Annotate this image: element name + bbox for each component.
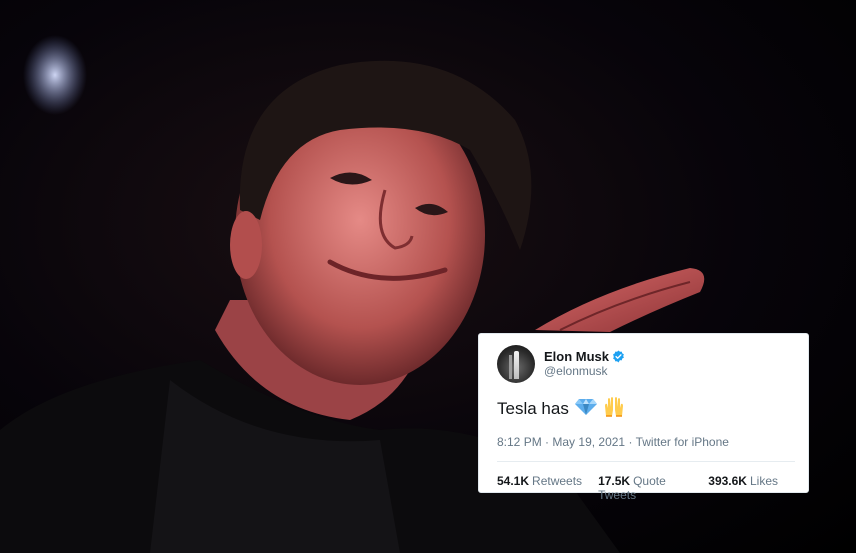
meta-separator: · [628,435,636,449]
likes-count: 393.6K [708,474,747,488]
handle[interactable]: @elonmusk [544,364,625,379]
author-identity: Elon Musk @elonmusk [544,349,625,379]
retweets-stat[interactable]: 54.1K Retweets [497,474,582,502]
tweet-text: Tesla has [497,396,794,423]
avatar[interactable] [497,345,535,383]
tweet-date[interactable]: May 19, 2021 [552,435,625,449]
display-name[interactable]: Elon Musk [544,349,609,364]
likes-label: Likes [749,474,778,488]
verified-badge-icon [612,350,625,363]
quote-tweets-count: 17.5K [598,474,631,488]
retweets-label: Retweets [532,474,583,488]
tweet-stats: 54.1K Retweets 17.5K Quote Tweets 393.6K Li… [497,462,794,502]
tweet-card[interactable]: Elon Musk @elonmusk Tesla has 8:12 PM · … [478,333,809,502]
raising-hands-icon [603,396,625,423]
tweet-source[interactable]: Twitter for iPhone [636,435,729,449]
quote-tweets-stat[interactable]: 17.5K Quote Tweets [598,474,692,502]
tweet-time[interactable]: 8:12 PM [497,435,542,449]
gem-stone-icon [574,398,597,421]
tweet-header: Elon Musk @elonmusk [497,344,794,384]
tweet-meta: 8:12 PM · May 19, 2021 · Twitter for iPh… [497,435,794,451]
avatar-rocket [514,351,519,379]
tweet-text-content: Tesla has [497,399,569,418]
likes-stat[interactable]: 393.6K Likes [708,474,778,502]
name-row: Elon Musk [544,349,625,364]
avatar-launch-tower [509,355,512,379]
retweets-count: 54.1K [497,474,530,488]
